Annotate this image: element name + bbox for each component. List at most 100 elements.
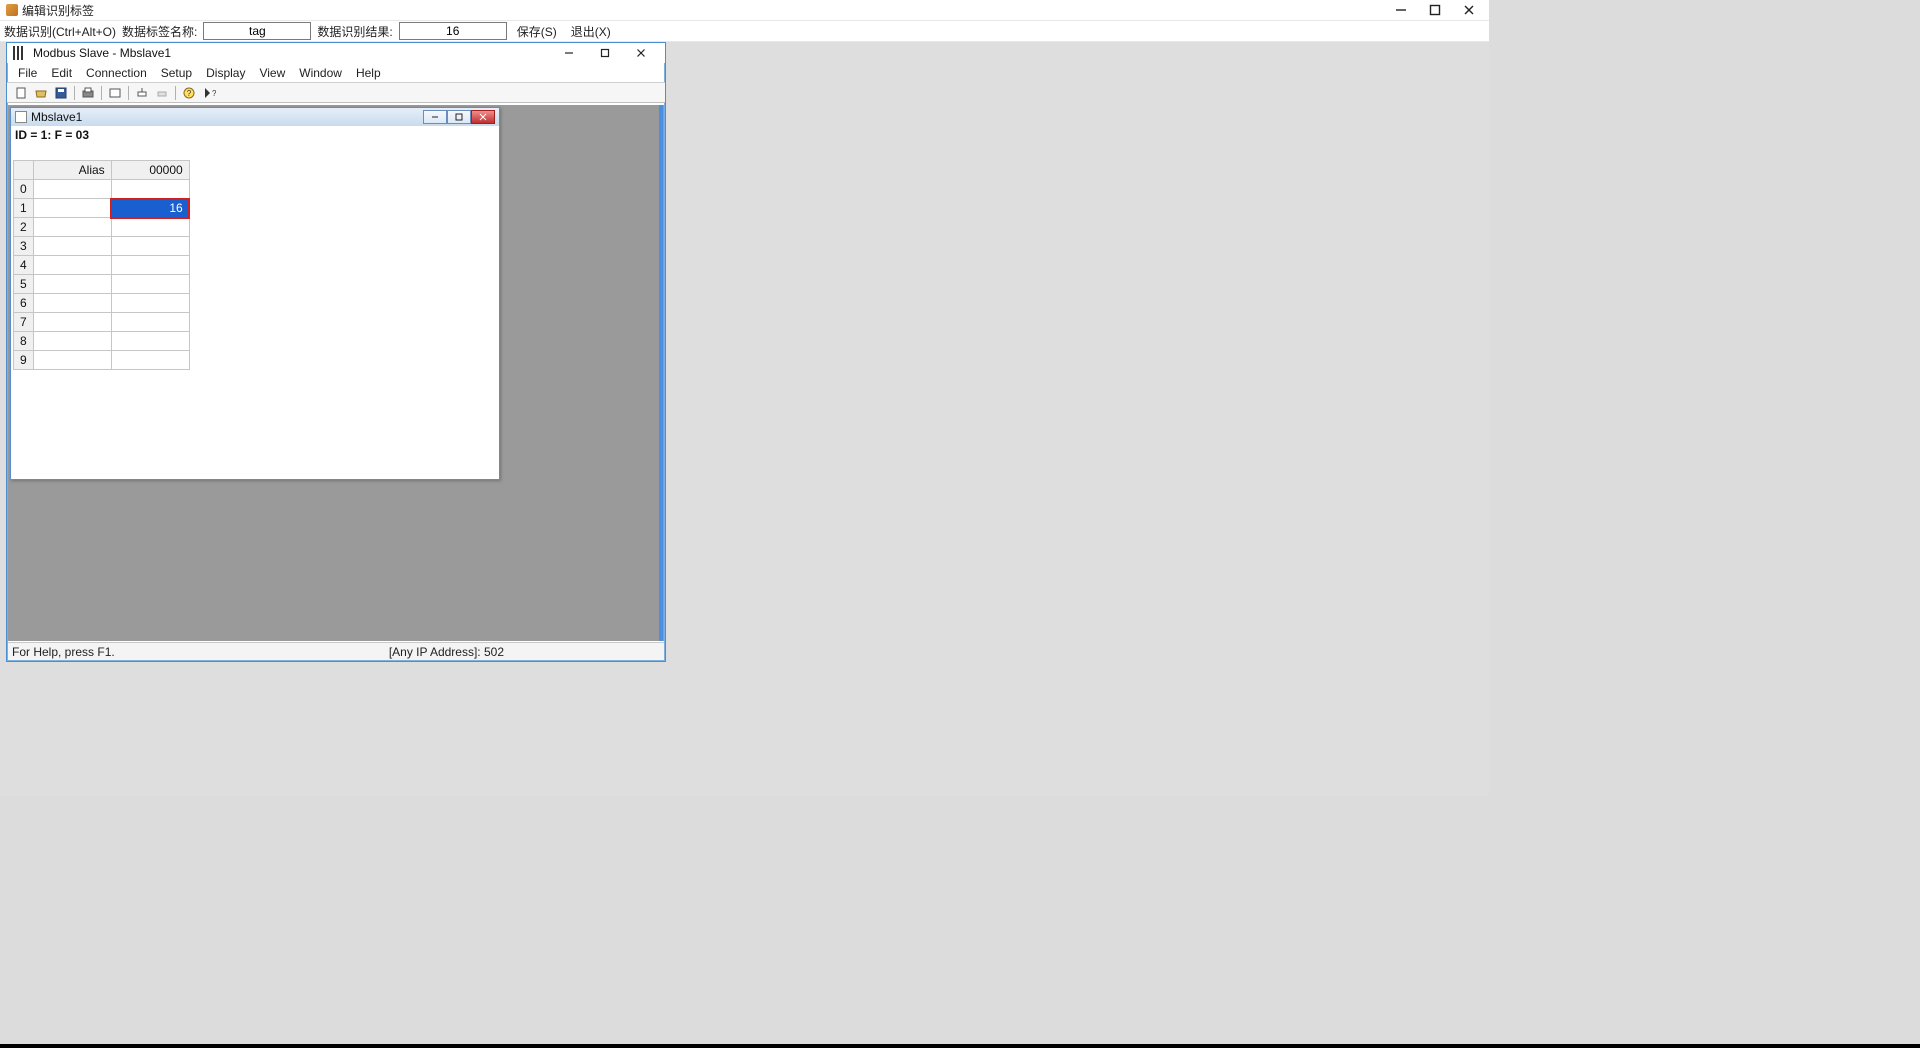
row-header[interactable]: 0 (14, 180, 34, 199)
svg-text:?: ? (187, 89, 192, 98)
alias-cell[interactable] (33, 199, 111, 218)
value-cell[interactable] (111, 256, 189, 275)
menu-setup[interactable]: Setup (154, 66, 199, 80)
alias-cell[interactable] (33, 256, 111, 275)
menu-connection[interactable]: Connection (79, 66, 154, 80)
table-row[interactable]: 5 (14, 275, 190, 294)
menu-window[interactable]: Window (292, 66, 349, 80)
alias-cell[interactable] (33, 275, 111, 294)
new-icon[interactable] (12, 85, 30, 101)
taskbar[interactable] (0, 1044, 1920, 1048)
outer-body: Modbus Slave - Mbslave1 File Edit Connec… (0, 42, 1489, 796)
modbus-icon (13, 46, 27, 60)
alias-cell[interactable] (33, 351, 111, 370)
maximize-icon[interactable] (1429, 4, 1441, 16)
disconnect-icon[interactable] (153, 85, 171, 101)
row-header[interactable]: 9 (14, 351, 34, 370)
alias-cell[interactable] (33, 332, 111, 351)
connect-icon[interactable] (133, 85, 151, 101)
value-cell[interactable] (111, 351, 189, 370)
row-header[interactable]: 4 (14, 256, 34, 275)
outer-title: 编辑识别标签 (22, 2, 1395, 19)
value-cell[interactable] (111, 332, 189, 351)
menu-file[interactable]: File (11, 66, 44, 80)
context-help-icon[interactable]: ? (200, 85, 218, 101)
maximize-icon[interactable] (447, 110, 471, 124)
maximize-icon[interactable] (587, 48, 623, 58)
mb-titlebar[interactable]: Modbus Slave - Mbslave1 (7, 43, 665, 63)
close-icon[interactable] (1463, 4, 1475, 16)
doc-titlebar[interactable]: Mbslave1 (11, 108, 499, 126)
minimize-icon[interactable] (551, 48, 587, 58)
row-header[interactable]: 2 (14, 218, 34, 237)
outer-titlebar[interactable]: 编辑识别标签 (0, 0, 1489, 20)
mb-title: Modbus Slave - Mbslave1 (33, 46, 551, 60)
menu-edit[interactable]: Edit (44, 66, 79, 80)
value-header[interactable]: 00000 (111, 161, 189, 180)
row-header[interactable]: 3 (14, 237, 34, 256)
table-row[interactable]: 0 (14, 180, 190, 199)
alias-cell[interactable] (33, 237, 111, 256)
outer-window-controls (1395, 4, 1483, 16)
tagname-label: 数据标签名称: (122, 23, 197, 40)
menu-display[interactable]: Display (199, 66, 252, 80)
register-table[interactable]: Alias 00000 01 16 23456789 (13, 160, 190, 370)
value-cell[interactable] (111, 294, 189, 313)
status-help: For Help, press F1. (8, 645, 389, 659)
menu-help[interactable]: Help (349, 66, 388, 80)
help-icon[interactable]: ? (180, 85, 198, 101)
minimize-icon[interactable] (1395, 4, 1407, 16)
recognize-label[interactable]: 数据识别(Ctrl+Alt+O) (4, 23, 116, 40)
mb-statusbar: For Help, press F1. [Any IP Address]: 50… (8, 642, 664, 660)
close-icon[interactable] (623, 48, 659, 58)
tag-field[interactable]: tag (203, 22, 311, 40)
document-icon (15, 111, 27, 123)
mbslave-doc-window: Mbslave1 ID = 1: F = 03 Alias (10, 107, 500, 480)
row-header[interactable]: 1 (14, 199, 34, 218)
table-row[interactable]: 2 (14, 218, 190, 237)
doc-window-controls (423, 110, 495, 124)
doc-title: Mbslave1 (31, 110, 423, 124)
row-header[interactable]: 5 (14, 275, 34, 294)
open-icon[interactable] (32, 85, 50, 101)
exit-menu[interactable]: 退出(X) (567, 23, 615, 40)
value-cell[interactable] (111, 218, 189, 237)
value-cell[interactable] (111, 275, 189, 294)
alias-cell[interactable] (33, 313, 111, 332)
doc-info: ID = 1: F = 03 (11, 126, 499, 160)
outer-window: 编辑识别标签 数据识别(Ctrl+Alt+O) 数据标签名称: tag 数据识别… (0, 0, 1489, 796)
alias-header[interactable]: Alias (33, 161, 111, 180)
row-header[interactable]: 8 (14, 332, 34, 351)
row-header[interactable]: 7 (14, 313, 34, 332)
value-cell[interactable] (111, 237, 189, 256)
close-icon[interactable] (471, 110, 495, 124)
table-row[interactable]: 4 (14, 256, 190, 275)
minimize-icon[interactable] (423, 110, 447, 124)
save-menu[interactable]: 保存(S) (513, 23, 561, 40)
table-row[interactable]: 1 16 (14, 199, 190, 218)
mb-window-controls (551, 48, 659, 58)
table-row[interactable]: 7 (14, 313, 190, 332)
modbus-slave-window: Modbus Slave - Mbslave1 File Edit Connec… (6, 42, 666, 662)
alias-cell[interactable] (33, 180, 111, 199)
table-row[interactable]: 6 (14, 294, 190, 313)
value-cell[interactable]: 16 (111, 199, 189, 218)
table-row[interactable]: 8 (14, 332, 190, 351)
table-row[interactable]: 3 (14, 237, 190, 256)
settings-icon[interactable] (106, 85, 124, 101)
table-row[interactable]: 9 (14, 351, 190, 370)
alias-cell[interactable] (33, 294, 111, 313)
result-label: 数据识别结果: (317, 23, 392, 40)
print-icon[interactable] (79, 85, 97, 101)
mb-scrollbar[interactable] (659, 105, 663, 641)
row-header[interactable]: 6 (14, 294, 34, 313)
value-cell[interactable] (111, 180, 189, 199)
result-field[interactable]: 16 (399, 22, 507, 40)
mb-client-area: Mbslave1 ID = 1: F = 03 Alias (8, 105, 664, 641)
save-icon[interactable] (52, 85, 70, 101)
value-cell[interactable] (111, 313, 189, 332)
corner-header (14, 161, 34, 180)
menu-view[interactable]: View (252, 66, 292, 80)
outer-toolbar: 数据识别(Ctrl+Alt+O) 数据标签名称: tag 数据识别结果: 16 … (0, 20, 1489, 42)
alias-cell[interactable] (33, 218, 111, 237)
